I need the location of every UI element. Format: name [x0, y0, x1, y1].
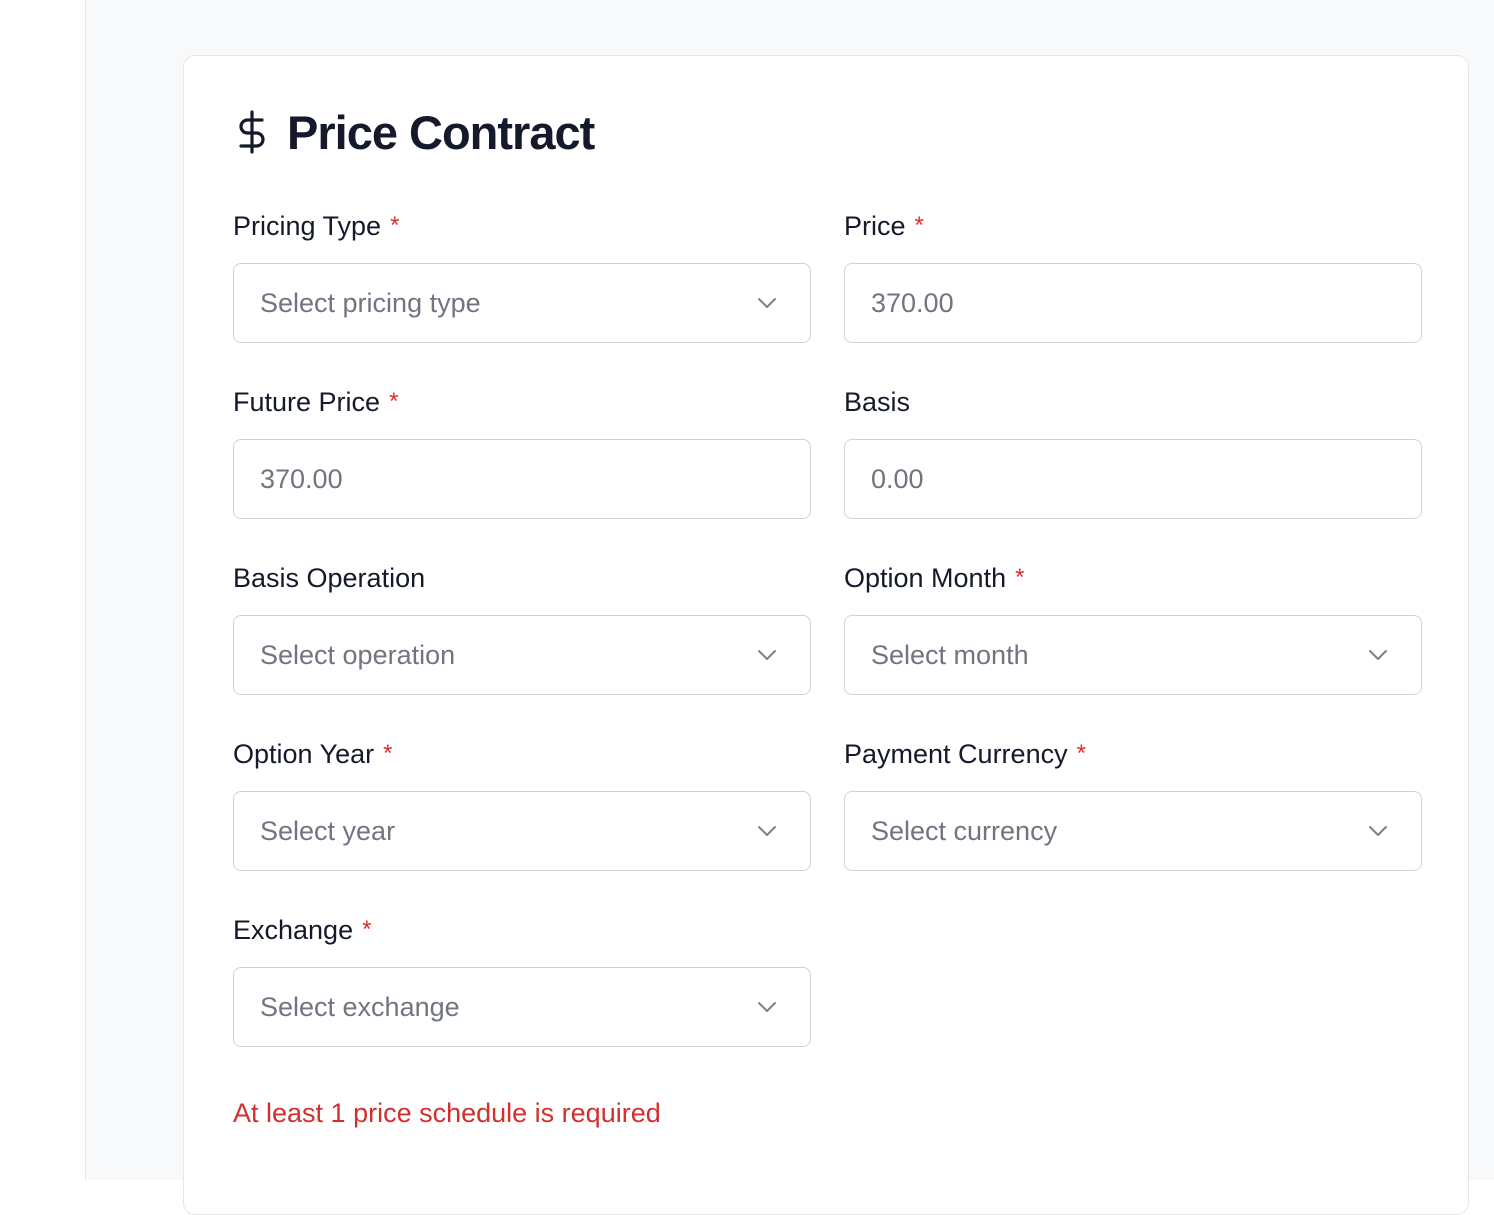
required-asterisk: *	[1015, 564, 1025, 591]
option-month-field: Option Month * Select month	[844, 562, 1422, 695]
price-contract-card: Price Contract Pricing Type * Select pri…	[183, 55, 1469, 1215]
basis-input[interactable]: 0.00	[844, 439, 1422, 519]
option-year-label-text: Option Year	[233, 738, 375, 769]
chevron-down-icon	[1367, 648, 1389, 662]
option-month-select[interactable]: Select month	[844, 615, 1422, 695]
page-title: Price Contract	[287, 105, 595, 159]
option-year-label: Option Year *	[233, 738, 811, 770]
price-label-text: Price	[844, 210, 906, 241]
option-month-label-text: Option Month	[844, 562, 1007, 593]
chevron-down-icon	[756, 1000, 778, 1014]
option-year-select[interactable]: Select year	[233, 791, 811, 871]
payment-currency-field: Payment Currency * Select currency	[844, 738, 1422, 871]
basis-label-text: Basis	[844, 386, 911, 417]
basis-operation-label-text: Basis Operation	[233, 562, 426, 593]
exchange-field: Exchange * Select exchange	[233, 914, 811, 1047]
basis-operation-field: Basis Operation Select operation	[233, 562, 811, 695]
basis-field: Basis 0.00	[844, 386, 1422, 519]
exchange-placeholder: Select exchange	[260, 991, 460, 1022]
required-asterisk: *	[362, 916, 372, 943]
required-asterisk: *	[389, 388, 399, 415]
payment-currency-label-text: Payment Currency	[844, 738, 1068, 769]
future-price-label: Future Price *	[233, 386, 811, 418]
dollar-icon	[234, 106, 270, 158]
future-price-placeholder: 370.00	[260, 463, 343, 494]
pricing-type-field: Pricing Type * Select pricing type	[233, 210, 811, 343]
basis-operation-label: Basis Operation	[233, 562, 811, 594]
chevron-down-icon	[756, 824, 778, 838]
basis-operation-placeholder: Select operation	[260, 639, 456, 670]
price-schedule-error-message: At least 1 price schedule is required	[233, 1098, 661, 1128]
required-asterisk: *	[1076, 740, 1086, 767]
option-month-label: Option Month *	[844, 562, 1422, 594]
price-label: Price *	[844, 210, 1422, 242]
price-field: Price * 370.00	[844, 210, 1422, 343]
pricing-type-label: Pricing Type *	[233, 210, 811, 242]
exchange-label-text: Exchange	[233, 914, 354, 945]
price-input[interactable]: 370.00	[844, 263, 1422, 343]
exchange-select[interactable]: Select exchange	[233, 967, 811, 1047]
payment-currency-label: Payment Currency *	[844, 738, 1422, 770]
option-year-field: Option Year * Select year	[233, 738, 811, 871]
basis-label: Basis	[844, 386, 1422, 418]
chevron-down-icon	[756, 648, 778, 662]
pricing-type-select[interactable]: Select pricing type	[233, 263, 811, 343]
basis-operation-select[interactable]: Select operation	[233, 615, 811, 695]
exchange-label: Exchange *	[233, 914, 811, 946]
pricing-type-placeholder: Select pricing type	[260, 287, 481, 318]
chevron-down-icon	[1367, 824, 1389, 838]
option-month-placeholder: Select month	[871, 639, 1029, 670]
future-price-label-text: Future Price	[233, 386, 381, 417]
required-asterisk: *	[390, 212, 400, 239]
payment-currency-select[interactable]: Select currency	[844, 791, 1422, 871]
chevron-down-icon	[756, 296, 778, 310]
price-placeholder: 370.00	[871, 287, 954, 318]
option-year-placeholder: Select year	[260, 815, 396, 846]
future-price-input[interactable]: 370.00	[233, 439, 811, 519]
required-asterisk: *	[383, 740, 393, 767]
payment-currency-placeholder: Select currency	[871, 815, 1058, 846]
left-sidebar	[0, 0, 86, 1180]
card-header: Price Contract	[234, 100, 595, 164]
required-asterisk: *	[914, 212, 924, 239]
basis-placeholder: 0.00	[871, 463, 924, 494]
future-price-field: Future Price * 370.00	[233, 386, 811, 519]
pricing-type-label-text: Pricing Type	[233, 210, 382, 241]
